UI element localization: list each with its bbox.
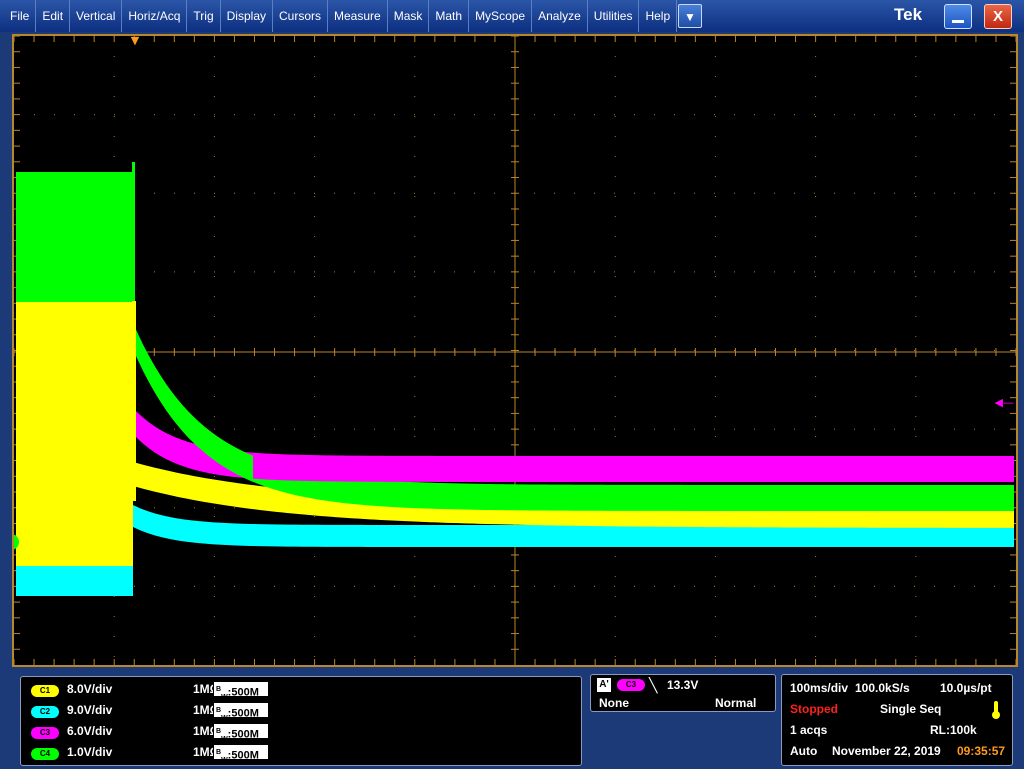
ch4-badge: C4 — [31, 748, 59, 760]
channel-3-readout[interactable]: C3 6.0V/div 1MΩ BW:500M — [31, 723, 579, 743]
trigger-mode-auto: Auto — [790, 744, 817, 758]
trigger-slope-icon: ╲ — [649, 677, 657, 694]
trigger-readout[interactable]: A' C3 ╲ 13.3V None Normal — [590, 674, 776, 712]
menu-math[interactable]: Math — [429, 0, 469, 32]
minimize-button[interactable] — [944, 4, 972, 29]
menu-horiz-acq[interactable]: Horiz/Acq — [122, 0, 187, 32]
channel-readouts: C1 8.0V/div 1MΩ BW:500M C2 9.0V/div 1MΩ … — [20, 676, 582, 766]
menu-display[interactable]: Display — [221, 0, 273, 32]
timebase: 100ms/div — [790, 681, 848, 695]
ch2-scale: 9.0V/div — [67, 703, 112, 717]
ch3-bandwidth-value: 500M — [231, 729, 259, 741]
resolution: 10.0µs/pt — [940, 681, 992, 695]
ch2-pre-trigger-band — [16, 566, 133, 596]
acquisition-status: Stopped — [790, 702, 838, 716]
channel-1-readout[interactable]: C1 8.0V/div 1MΩ BW:500M — [31, 681, 579, 701]
sample-rate: 100.0kS/s — [855, 681, 910, 695]
menu-analyze[interactable]: Analyze — [532, 0, 588, 32]
ch1-scale: 8.0V/div — [67, 682, 112, 696]
acquisition-time: 09:35:57 — [957, 744, 1005, 758]
ch1-bandwidth-value: 500M — [231, 687, 259, 699]
thermometer-icon — [992, 701, 1000, 719]
menu-dropdown-button[interactable]: ▼ — [678, 4, 702, 28]
ch3-scale: 6.0V/div — [67, 724, 112, 738]
ch3-trace — [133, 408, 1014, 482]
readout-panel: C1 8.0V/div 1MΩ BW:500M C2 9.0V/div 1MΩ … — [0, 670, 1024, 768]
menu-list: File Edit Vertical Horiz/Acq Trig Displa… — [4, 0, 677, 32]
ch1-badge: C1 — [31, 685, 59, 697]
trigger-coupling: None — [599, 696, 629, 710]
ch4-pre-trigger-band — [16, 172, 133, 302]
close-button[interactable]: X — [984, 4, 1012, 29]
menu-utilities[interactable]: Utilities — [588, 0, 640, 32]
graticule-grid — [14, 36, 1016, 665]
menu-vertical[interactable]: Vertical — [70, 0, 122, 32]
trigger-level: 13.3V — [667, 678, 698, 692]
channel-2-readout[interactable]: C2 9.0V/div 1MΩ BW:500M — [31, 702, 579, 722]
waveform-display[interactable]: ▼◀—4 — [12, 34, 1018, 667]
menu-cursors[interactable]: Cursors — [273, 0, 328, 32]
sequence-mode: Single Seq — [880, 702, 941, 716]
ch2-bandwidth-value: 500M — [231, 708, 259, 720]
ch3-badge: C3 — [31, 727, 59, 739]
ch1-pre-trigger-band — [16, 301, 133, 566]
trigger-mode: Normal — [715, 696, 756, 710]
menu-help[interactable]: Help — [639, 0, 677, 32]
acquisition-readout[interactable]: 100ms/div 100.0kS/s 10.0µs/pt Stopped Si… — [781, 674, 1013, 766]
ch1-bandwidth: BW:500M — [213, 681, 269, 697]
ch2-bandwidth: BW:500M — [213, 702, 269, 718]
menu-file[interactable]: File — [4, 0, 36, 32]
menu-trig[interactable]: Trig — [187, 0, 220, 32]
record-length: RL:100k — [930, 723, 977, 737]
acquisition-count: 1 acqs — [790, 723, 827, 737]
menu-measure[interactable]: Measure — [328, 0, 388, 32]
ch4-bandwidth: BW:500M — [213, 744, 269, 760]
trigger-label: A' — [597, 678, 611, 692]
ch4-step-edge — [132, 162, 135, 312]
trigger-level-marker: ◀— — [995, 396, 1014, 409]
trigger-position-marker: ▼ — [131, 36, 140, 47]
menu-mask[interactable]: Mask — [388, 0, 430, 32]
ch4-trace — [133, 323, 1014, 511]
menu-bar: File Edit Vertical Horiz/Acq Trig Displa… — [0, 0, 1024, 32]
waveform-canvas: ▼◀—4 — [14, 36, 1016, 665]
ch4-scale: 1.0V/div — [67, 745, 112, 759]
acquisition-date: November 22, 2019 — [832, 744, 941, 758]
minimize-icon — [952, 20, 964, 23]
menu-myscope[interactable]: MyScope — [469, 0, 532, 32]
menu-edit[interactable]: Edit — [36, 0, 70, 32]
ch4-bandwidth-value: 500M — [231, 750, 259, 762]
ch3-bandwidth: BW:500M — [213, 723, 269, 739]
channel-4-readout[interactable]: C4 1.0V/div 1MΩ BW:500M — [31, 744, 579, 764]
ch1-step-edge — [132, 301, 136, 501]
tek-logo: Tek — [894, 5, 922, 25]
trigger-source-badge: C3 — [617, 679, 645, 691]
ch2-badge: C2 — [31, 706, 59, 718]
